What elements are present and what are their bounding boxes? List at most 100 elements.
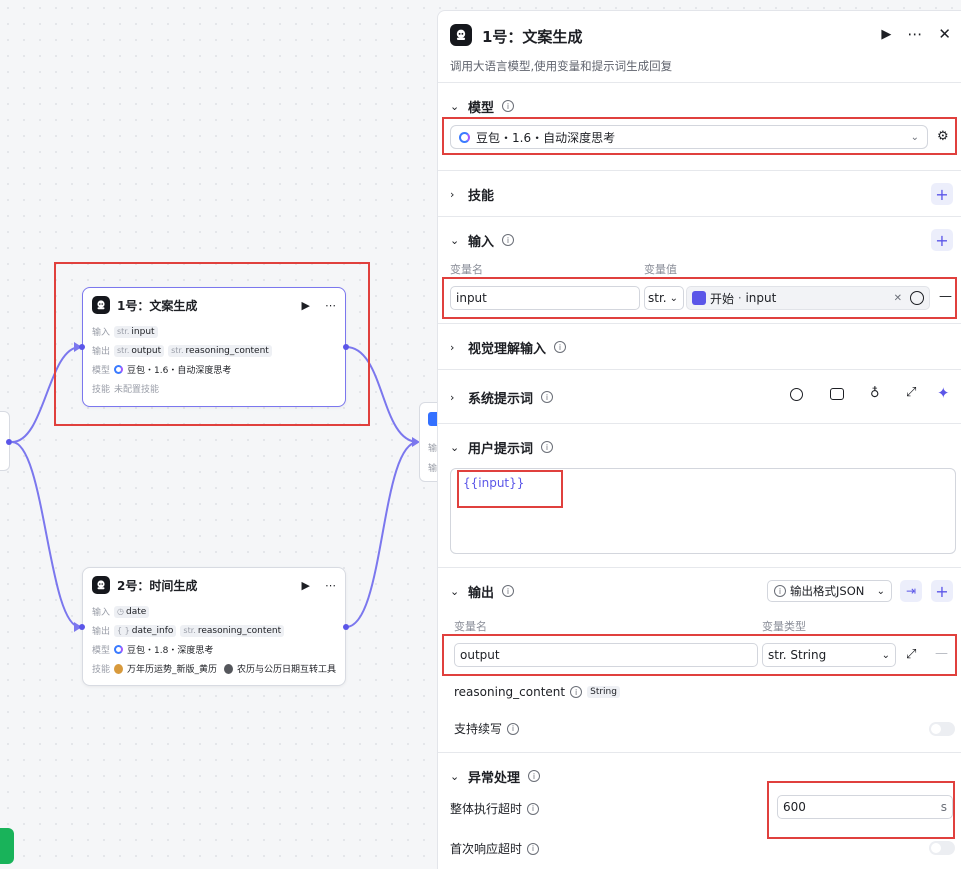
add-input-button[interactable]: + [931, 229, 953, 251]
clock-icon: ◷ [117, 607, 124, 616]
info-icon[interactable]: i [507, 722, 520, 735]
more-icon[interactable]: ⋯ [325, 579, 336, 592]
timeout-value: 600 [783, 800, 806, 814]
output-format-button[interactable]: i 输出格式JSON ⌄ [767, 580, 892, 602]
input-tag: ◷ date [114, 605, 150, 618]
continue-writing-toggle[interactable] [929, 722, 955, 736]
panel-description[interactable]: 调用大语言模型,使用变量和提示词生成回复 [450, 58, 672, 74]
chevron-right-icon[interactable]: › [450, 341, 460, 354]
node1-out-port[interactable] [343, 344, 349, 350]
import-icon[interactable]: ⇥ [900, 580, 922, 602]
user-prompt-editor[interactable]: {{input}} [450, 468, 956, 554]
lightbulb-icon[interactable]: ♁ [870, 386, 880, 401]
node-time-generation[interactable]: 2号：时间生成 ▶ ⋯ 输入 ◷ date 输出 { } date_info str… [82, 567, 346, 686]
add-output-button[interactable]: + [931, 580, 953, 602]
chevron-down-icon[interactable]: ⌄ [450, 585, 460, 598]
run-icon[interactable]: ▶ [881, 27, 891, 42]
input-var-reference[interactable]: 开始 · input ✕ [686, 286, 930, 310]
chevron-down-icon[interactable]: ⌄ [450, 770, 460, 783]
output-tag: { } date_info [114, 624, 177, 637]
remove-input-icon[interactable]: — [939, 289, 952, 304]
node2-in-port[interactable] [79, 624, 85, 630]
compass-icon[interactable] [790, 388, 803, 401]
chevron-down-icon[interactable]: ⌄ [450, 234, 460, 247]
run-icon[interactable]: ▶ [302, 579, 310, 592]
info-icon[interactable]: i [502, 234, 515, 246]
gear-icon[interactable]: ⚙ [937, 129, 949, 144]
library-icon[interactable] [830, 388, 844, 400]
chevron-right-icon[interactable]: › [450, 188, 460, 201]
input-var-type-select[interactable]: str. ⌄ [644, 286, 684, 310]
section-header[interactable]: ⌄ 异常处理 i [438, 753, 961, 799]
info-icon[interactable]: i [502, 100, 515, 112]
bot-icon [92, 296, 110, 314]
chevron-down-icon: ⌄ [881, 649, 890, 661]
timeout-row: 整体执行超时 i [450, 800, 540, 817]
section-title: 输入 [468, 234, 495, 250]
section-vision-input: › 视觉理解输入 i [438, 324, 961, 370]
add-skill-button[interactable]: + [931, 183, 953, 205]
clear-icon[interactable]: ✕ [894, 293, 902, 304]
chevron-down-icon[interactable]: ⌄ [450, 441, 460, 454]
node2-out-port[interactable] [343, 624, 349, 630]
variable-picker-icon[interactable] [910, 291, 924, 305]
section-header[interactable]: ⌄ 输入 i [438, 217, 961, 263]
column-header-value: 变量值 [644, 263, 677, 276]
more-icon[interactable]: ⋯ [907, 25, 922, 43]
start-node-port[interactable] [6, 439, 12, 445]
model-label: 模型 [92, 646, 111, 656]
chevron-right-icon[interactable]: › [450, 391, 460, 404]
section-skills: › 技能 + [438, 171, 961, 217]
model-select[interactable]: 豆包・1.6・自动深度思考 ⌄ [450, 125, 928, 149]
node-copywriting[interactable]: 1号：文案生成 ▶ ⋯ 输入 str. input 输出 str. output s… [82, 287, 346, 407]
section-header[interactable]: ⌄ 模型 i [438, 83, 961, 129]
remove-output-icon[interactable]: — [935, 646, 948, 661]
ai-sparkle-icon[interactable]: ✦ [937, 384, 950, 402]
section-model: ⌄ 模型 i 豆包・1.6・自动深度思考 ⌄ ⚙ [438, 83, 961, 171]
section-title: 用户提示词 [468, 441, 534, 457]
skill-item: 农历与公历日期互转工具 [236, 665, 336, 675]
info-icon[interactable]: i [502, 585, 515, 597]
section-user-prompt: ⌄ 用户提示词 i {{input}} [438, 424, 961, 568]
section-header[interactable]: › 视觉理解输入 i [438, 324, 961, 370]
info-icon[interactable]: i [541, 391, 554, 403]
prompt-variable[interactable]: {{input}} [463, 476, 524, 490]
reasoning-name: reasoning_content [454, 685, 566, 699]
expand-icon[interactable]: ⤢ [906, 647, 916, 662]
info-icon[interactable]: i [570, 686, 583, 698]
info-icon[interactable]: i [527, 802, 540, 815]
input-var-name-field[interactable]: input [450, 286, 640, 310]
more-icon[interactable]: ⋯ [325, 299, 336, 312]
model-value: 豆包・1.8・深度思考 [127, 646, 214, 656]
green-side-button[interactable] [0, 828, 14, 864]
info-icon[interactable]: i [554, 341, 567, 353]
first-response-toggle[interactable] [929, 841, 955, 855]
chevron-down-icon[interactable]: ⌄ [450, 100, 460, 113]
panel-title[interactable]: 1号：文案生成 [482, 26, 582, 47]
input-label: 输入 [92, 328, 111, 338]
edge-start-to-node1 [11, 346, 81, 443]
workflow-edges [11, 342, 420, 632]
section-header[interactable]: › 技能 [438, 171, 961, 217]
info-icon[interactable]: i [527, 842, 540, 855]
info-icon[interactable]: i [528, 770, 541, 782]
timeout-input[interactable]: 600 s [777, 795, 953, 819]
expand-icon[interactable]: ⤢ [906, 385, 916, 400]
info-icon[interactable]: i [541, 441, 554, 453]
edge-node1-to-end [345, 346, 419, 443]
chevron-down-icon: ⌄ [669, 292, 678, 304]
skill-item: 万年历运势_新版_黄历 [126, 665, 217, 675]
timeout-label: 整体执行超时 [450, 802, 523, 816]
type-label: str. String [768, 648, 827, 662]
section-input: ⌄ 输入 i + 变量名 变量值 input str. ⌄ 开始 · input… [438, 217, 961, 324]
run-icon[interactable]: ▶ [302, 299, 310, 312]
output-var-type-select[interactable]: str. String ⌄ [762, 643, 896, 667]
node-title: 1号：文案生成 [117, 298, 198, 313]
section-exception-handling: ⌄ 异常处理 i 整体执行超时 i 600 s 首次响应超时 i [438, 753, 961, 869]
section-header[interactable]: ⌄ 用户提示词 i [438, 424, 961, 470]
ref-source: 开始 [710, 291, 735, 306]
node1-in-port[interactable] [79, 344, 85, 350]
output-var-name-field[interactable]: output [454, 643, 758, 667]
close-icon[interactable]: ✕ [938, 25, 951, 43]
section-header[interactable]: › 系统提示词 i [438, 370, 961, 424]
